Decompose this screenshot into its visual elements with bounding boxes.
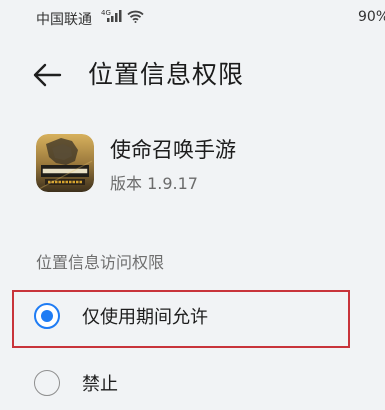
allow-while-using-label: 仅使用期间允许: [82, 307, 208, 328]
deny-option[interactable]: 禁止: [0, 360, 385, 410]
app-info: 使命召唤手游 版本 1.9.17: [36, 132, 376, 196]
wifi-icon: [127, 10, 144, 23]
app-name: 使命召唤手游: [110, 138, 236, 162]
carrier-name: 中国联通: [36, 12, 92, 28]
battery-percentage: 90%: [358, 9, 385, 25]
call-of-duty-app-icon: [36, 134, 94, 192]
status-bar: 中国联通 4G 90%: [0, 0, 385, 36]
app-version: 版本 1.9.17: [110, 174, 198, 193]
radio-checked-icon[interactable]: [34, 303, 60, 329]
page-header: 位置信息权限: [0, 52, 385, 98]
location-access-section-title: 位置信息访问权限: [36, 253, 165, 272]
back-arrow-icon[interactable]: [30, 60, 64, 90]
signal-icon: [107, 10, 122, 22]
page-title: 位置信息权限: [88, 60, 245, 89]
radio-unchecked-icon[interactable]: [34, 370, 60, 396]
deny-label: 禁止: [82, 374, 118, 395]
allow-while-using-option[interactable]: 仅使用期间允许: [0, 293, 385, 343]
